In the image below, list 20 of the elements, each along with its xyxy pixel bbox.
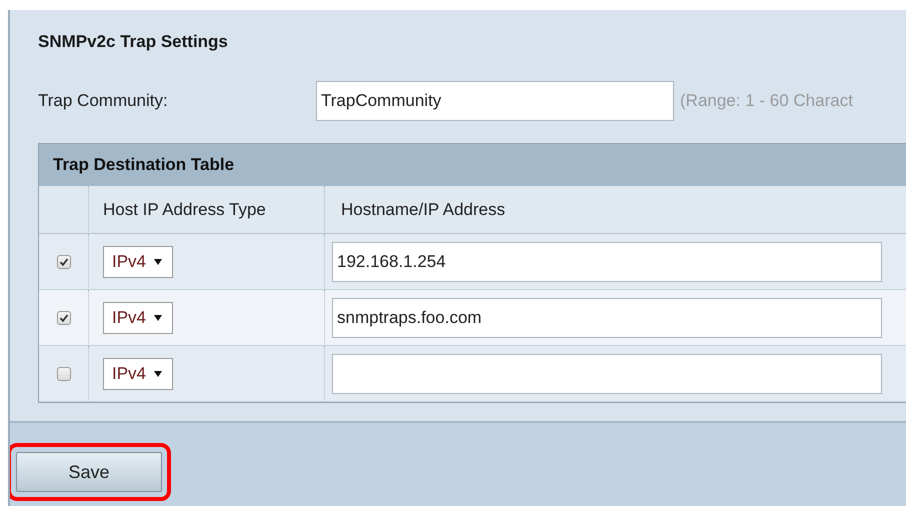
checkbox[interactable] <box>56 366 70 380</box>
section-title: SNMPv2c Trap Settings <box>38 32 229 52</box>
caret-icon <box>154 314 162 320</box>
input-field[interactable] <box>332 354 882 394</box>
caret-icon <box>154 370 162 376</box>
type-dropdown[interactable]: IPv4 <box>103 358 174 390</box>
range-hint: (Range: 1 - 60 Charact <box>680 91 853 111</box>
column-header: Hostname/IP Address <box>324 186 906 234</box>
column-header: Host IP Address Type <box>88 186 324 234</box>
save-button[interactable]: Save <box>16 452 162 492</box>
type-dropdown[interactable]: IPv4 <box>103 246 174 278</box>
caret-icon <box>154 258 162 264</box>
checkbox[interactable] <box>56 254 70 268</box>
table-title: Trap Destination Table <box>39 144 906 186</box>
input-field[interactable]: 192.168.1.254 <box>332 242 882 282</box>
input-field[interactable]: snmptraps.foo.com <box>332 298 882 338</box>
type-dropdown[interactable]: IPv4 <box>103 302 174 334</box>
input-field[interactable]: TrapCommunity <box>316 81 674 121</box>
checkbox[interactable] <box>56 310 70 324</box>
field-label: Trap Community: <box>38 91 169 111</box>
